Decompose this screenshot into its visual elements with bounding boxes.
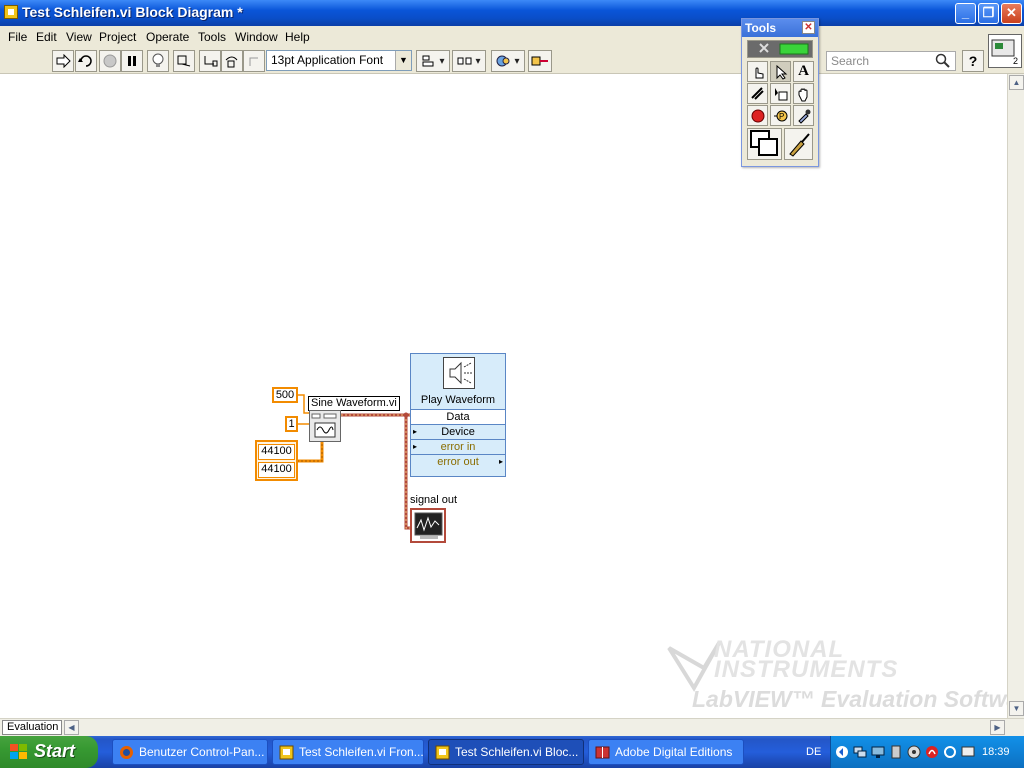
probe-data-tool[interactable]: P [770,105,791,126]
color-swatch-icon [749,130,778,156]
clock[interactable]: 18:39 [982,746,1010,758]
constant-1[interactable]: 1 [285,416,298,432]
play-waveform-title: Play Waveform [420,394,496,406]
vertical-scrollbar[interactable]: ▲ ▼ [1007,74,1024,718]
automatic-tool-selection[interactable] [747,40,813,58]
tools-palette-close-button[interactable]: ✕ [802,21,815,34]
terminal-device[interactable]: ▸ Device [411,424,505,439]
svg-text:P: P [779,112,784,121]
watermark-labview-eval: LabVIEW™ Evaluation Software [692,686,1024,712]
terminal-error-out[interactable]: error out ▸ [411,454,505,469]
security-alert-icon[interactable] [925,745,939,759]
array-element-2[interactable]: 44100 [258,462,295,478]
wire-44100 [297,442,324,463]
language-indicator[interactable]: DE [806,746,821,758]
task-front-panel[interactable]: Test Schleifen.vi Fron... [272,739,424,765]
task-control-panel[interactable]: Benutzer Control-Pan... [112,739,268,765]
play-waveform-node[interactable]: Play Waveform Data ▸ Device ▸ error in err… [410,353,506,477]
display-icon[interactable] [961,745,975,759]
position-size-select-tool[interactable] [770,61,791,82]
set-clear-breakpoint-tool[interactable] [747,105,768,126]
get-color-tool[interactable] [793,105,814,126]
signal-out-label: signal out [410,494,458,506]
tray-expand-icon[interactable] [835,745,849,759]
probe-icon: P [773,110,787,121]
tools-palette-titlebar[interactable]: Tools ✕ [742,19,818,37]
horizontal-scrollbar[interactable]: Evaluation ◀ ▶ [0,718,1024,736]
start-label: Start [34,741,76,761]
text-a-icon: A [798,63,809,79]
scroll-up-arrow-icon[interactable]: ▲ [1009,75,1024,90]
firefox-icon [120,746,133,759]
scroll-down-arrow-icon[interactable]: ▼ [1009,701,1024,716]
paintbrush-icon [788,133,810,157]
watermark-instruments: INSTRUMENTS [714,656,899,683]
safely-remove-icon[interactable] [889,745,903,759]
constant-array[interactable]: 44100 44100 [255,440,298,481]
wire-junction [403,412,409,418]
tools-palette[interactable]: Tools ✕ A P [741,18,819,167]
labview-vi-icon [279,745,294,760]
terminal-error-in[interactable]: ▸ error in [411,439,505,454]
tools-palette-title: Tools [745,21,777,35]
book-icon [595,746,610,759]
speaker-icon [443,357,475,389]
terminal-data[interactable]: Data [411,409,505,424]
set-color-tool[interactable] [747,128,782,160]
auto-tool-icon [759,43,809,55]
volume-icon[interactable] [907,745,921,759]
sync-icon[interactable] [943,745,957,759]
task-block-diagram[interactable]: Test Schleifen.vi Bloc... [428,739,584,765]
scroll-left-arrow-icon[interactable]: ◀ [64,720,79,735]
sine-waveform-label[interactable]: Sine Waveform.vi [308,396,400,411]
waveform-graph-icon [414,512,443,539]
task-adobe-digital-editions[interactable]: Adobe Digital Editions [588,739,744,765]
constant-500[interactable]: 500 [272,387,298,403]
operate-value-tool[interactable] [747,61,768,82]
monitor-icon[interactable] [871,745,885,759]
start-button[interactable]: Start [0,736,98,768]
shortcut-menu-icon [774,87,787,100]
evaluation-label: Evaluation [2,720,62,735]
arrow-cursor-icon [776,64,787,80]
sine-wave-icon [311,413,337,438]
pointing-hand-icon [755,67,763,78]
connect-wire-tool[interactable] [747,83,768,104]
array-element-1[interactable]: 44100 [258,444,295,460]
edit-text-tool[interactable]: A [793,61,814,82]
grab-hand-icon [798,88,807,101]
network-icon[interactable] [853,745,867,759]
breakpoint-icon [751,109,764,122]
object-shortcut-menu-tool[interactable] [770,83,791,104]
eyedropper-icon [797,109,810,124]
sine-waveform-node[interactable] [309,410,341,442]
set-color-brush-tool[interactable] [784,128,813,160]
windows-flag-icon [10,744,27,759]
scroll-right-arrow-icon[interactable]: ▶ [990,720,1005,735]
windows-taskbar: Start Benutzer Control-Pan... Test Schle… [0,736,1024,768]
labview-vi-icon [435,745,450,760]
ni-evaluation-watermark: NATIONAL INSTRUMENTS LabVIEW™ Evaluation… [662,636,1024,716]
signal-out-indicator[interactable] [410,508,446,543]
wiring-spool-icon [750,86,764,100]
scroll-window-tool[interactable] [793,83,814,104]
